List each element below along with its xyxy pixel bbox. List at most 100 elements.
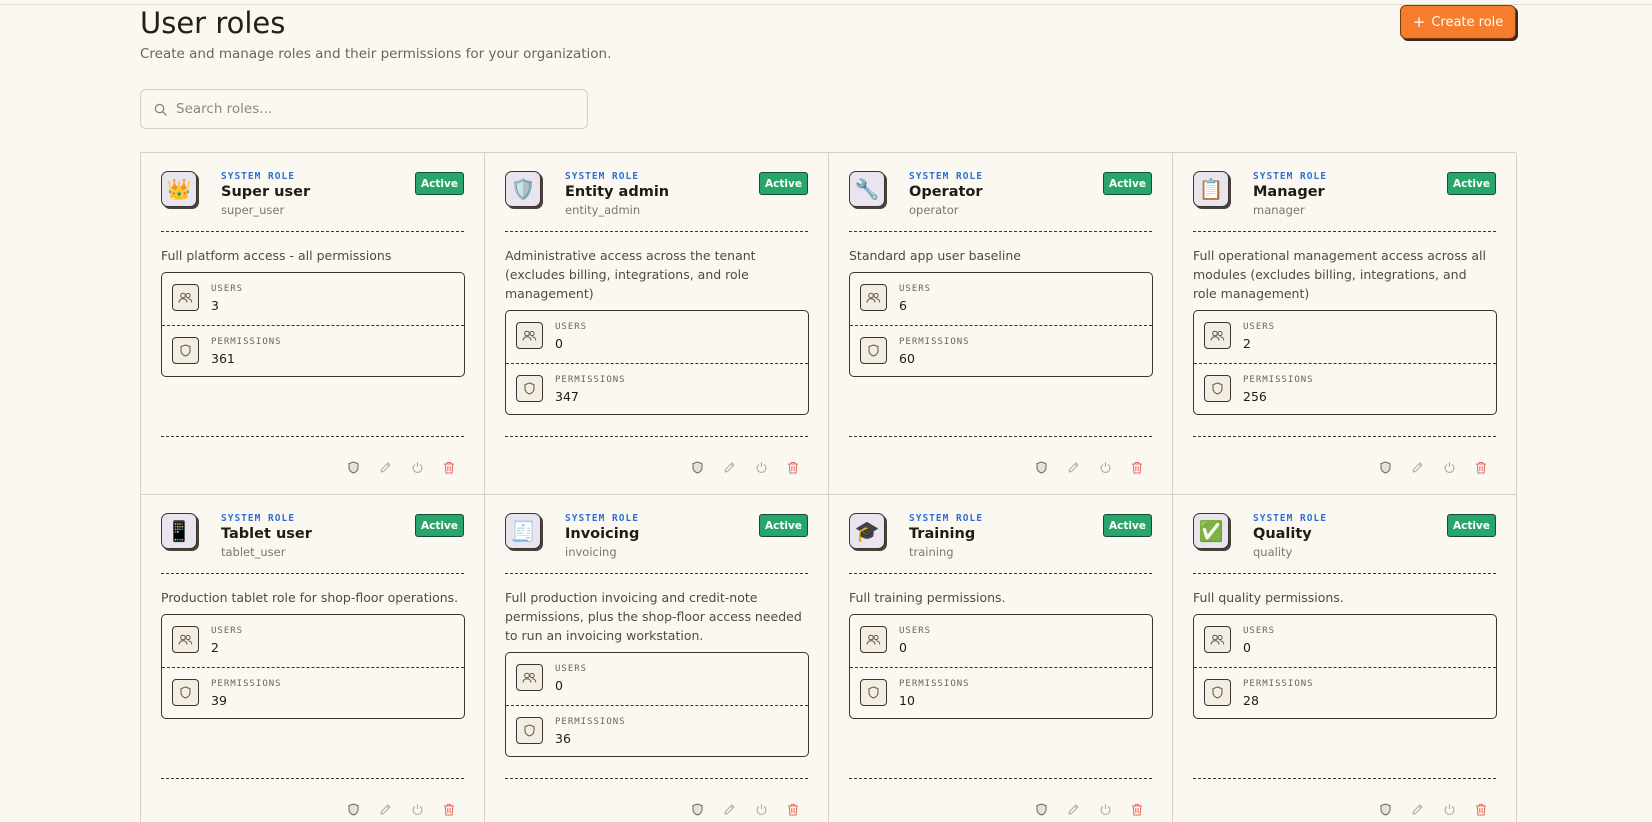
role-stats: USERS 0 PERMISSIONS 347	[505, 310, 809, 415]
role-actions	[1032, 458, 1146, 476]
role-name: Training	[909, 526, 976, 542]
role-key: quality	[1253, 545, 1293, 559]
permissions-label: PERMISSIONS	[1243, 375, 1314, 385]
role-key: super_user	[221, 203, 285, 217]
permissions-stat: PERMISSIONS 36	[506, 705, 808, 757]
shield-icon	[516, 375, 543, 402]
edit-button[interactable]	[376, 458, 394, 476]
role-stats: USERS 2 PERMISSIONS 39	[161, 614, 465, 719]
permissions-button[interactable]	[688, 458, 706, 476]
shield-emblem-icon: 🛡️	[505, 171, 541, 207]
role-description: Standard app user baseline	[849, 248, 1021, 263]
toggle-status-button[interactable]	[1096, 458, 1114, 476]
permissions-stat: PERMISSIONS 60	[850, 325, 1152, 377]
create-role-button[interactable]: + Create role	[1400, 5, 1516, 39]
status-badge: Active	[1103, 514, 1152, 537]
delete-button[interactable]	[440, 800, 458, 818]
plus-icon: +	[1412, 12, 1426, 31]
users-label: USERS	[211, 626, 244, 636]
role-name: Invoicing	[565, 526, 640, 542]
role-description: Production tablet role for shop-floor op…	[161, 590, 459, 605]
delete-button[interactable]	[440, 458, 458, 476]
divider	[1193, 231, 1496, 232]
edit-button[interactable]	[1408, 458, 1426, 476]
status-badge: Active	[1103, 172, 1152, 195]
role-stats: USERS 2 PERMISSIONS 256	[1193, 310, 1497, 415]
divider	[1193, 573, 1496, 574]
graduation-cap-icon: 🎓	[849, 513, 885, 549]
role-name: Operator	[909, 184, 983, 200]
permissions-button[interactable]	[688, 800, 706, 818]
toggle-status-button[interactable]	[1096, 800, 1114, 818]
permissions-count: 10	[899, 693, 915, 708]
users-stat: USERS 0	[506, 653, 808, 705]
role-stats: USERS 0 PERMISSIONS 36	[505, 652, 809, 757]
toggle-status-button[interactable]	[752, 458, 770, 476]
toggle-status-button[interactable]	[752, 800, 770, 818]
users-count: 0	[555, 336, 563, 351]
users-stat: USERS 0	[506, 311, 808, 363]
delete-button[interactable]	[784, 458, 802, 476]
permissions-button[interactable]	[344, 458, 362, 476]
permissions-button[interactable]	[1032, 800, 1050, 818]
permissions-button[interactable]	[344, 800, 362, 818]
edit-button[interactable]	[376, 800, 394, 818]
role-stats: USERS 6 PERMISSIONS 60	[849, 272, 1153, 377]
permissions-label: PERMISSIONS	[899, 337, 970, 347]
system-role-label: SYSTEM ROLE	[909, 171, 983, 182]
role-name: Tablet user	[221, 526, 312, 542]
permissions-count: 256	[1243, 389, 1267, 404]
delete-button[interactable]	[784, 800, 802, 818]
toggle-status-button[interactable]	[408, 800, 426, 818]
system-role-label: SYSTEM ROLE	[565, 513, 639, 524]
trash-icon	[1132, 461, 1142, 473]
shield-icon	[348, 460, 358, 474]
trash-icon	[1476, 461, 1486, 473]
role-key: manager	[1253, 203, 1305, 217]
edit-button[interactable]	[1064, 800, 1082, 818]
role-card-training: 🎓 SYSTEM ROLE Training training Active F…	[829, 495, 1173, 822]
search-box[interactable]	[140, 89, 588, 129]
users-icon	[172, 284, 199, 311]
delete-button[interactable]	[1472, 458, 1490, 476]
create-role-label: Create role	[1431, 14, 1504, 30]
system-role-label: SYSTEM ROLE	[221, 513, 295, 524]
delete-button[interactable]	[1128, 800, 1146, 818]
users-icon	[1204, 626, 1231, 653]
role-name: Super user	[221, 184, 311, 200]
toggle-status-button[interactable]	[408, 458, 426, 476]
pencil-icon	[1411, 461, 1423, 473]
permissions-stat: PERMISSIONS 361	[162, 325, 464, 377]
permissions-button[interactable]	[1376, 800, 1394, 818]
permissions-count: 28	[1243, 693, 1259, 708]
role-description: Full platform access - all permissions	[161, 248, 392, 263]
permissions-button[interactable]	[1032, 458, 1050, 476]
divider	[849, 778, 1152, 779]
search-input[interactable]	[176, 101, 576, 117]
permissions-button[interactable]	[1376, 458, 1394, 476]
tablet-icon: 📱	[161, 513, 197, 549]
role-description: Full operational management access acros…	[1193, 248, 1486, 301]
edit-button[interactable]	[720, 800, 738, 818]
role-key: entity_admin	[565, 203, 641, 217]
users-count: 0	[555, 678, 563, 693]
status-badge: Active	[1447, 514, 1496, 537]
permissions-label: PERMISSIONS	[899, 679, 970, 689]
wrench-icon: 🔧	[849, 171, 885, 207]
users-label: USERS	[555, 664, 588, 674]
search-icon	[154, 103, 167, 116]
roles-grid: 👑 SYSTEM ROLE Super user super_user Acti…	[140, 152, 1517, 822]
power-icon	[756, 803, 766, 815]
users-count: 2	[211, 640, 219, 655]
permissions-count: 347	[555, 389, 579, 404]
edit-button[interactable]	[1408, 800, 1426, 818]
delete-button[interactable]	[1472, 800, 1490, 818]
toggle-status-button[interactable]	[1440, 800, 1458, 818]
delete-button[interactable]	[1128, 458, 1146, 476]
permissions-stat: PERMISSIONS 256	[1194, 363, 1496, 415]
trash-icon	[788, 803, 798, 815]
permissions-count: 60	[899, 351, 915, 366]
toggle-status-button[interactable]	[1440, 458, 1458, 476]
edit-button[interactable]	[1064, 458, 1082, 476]
edit-button[interactable]	[720, 458, 738, 476]
